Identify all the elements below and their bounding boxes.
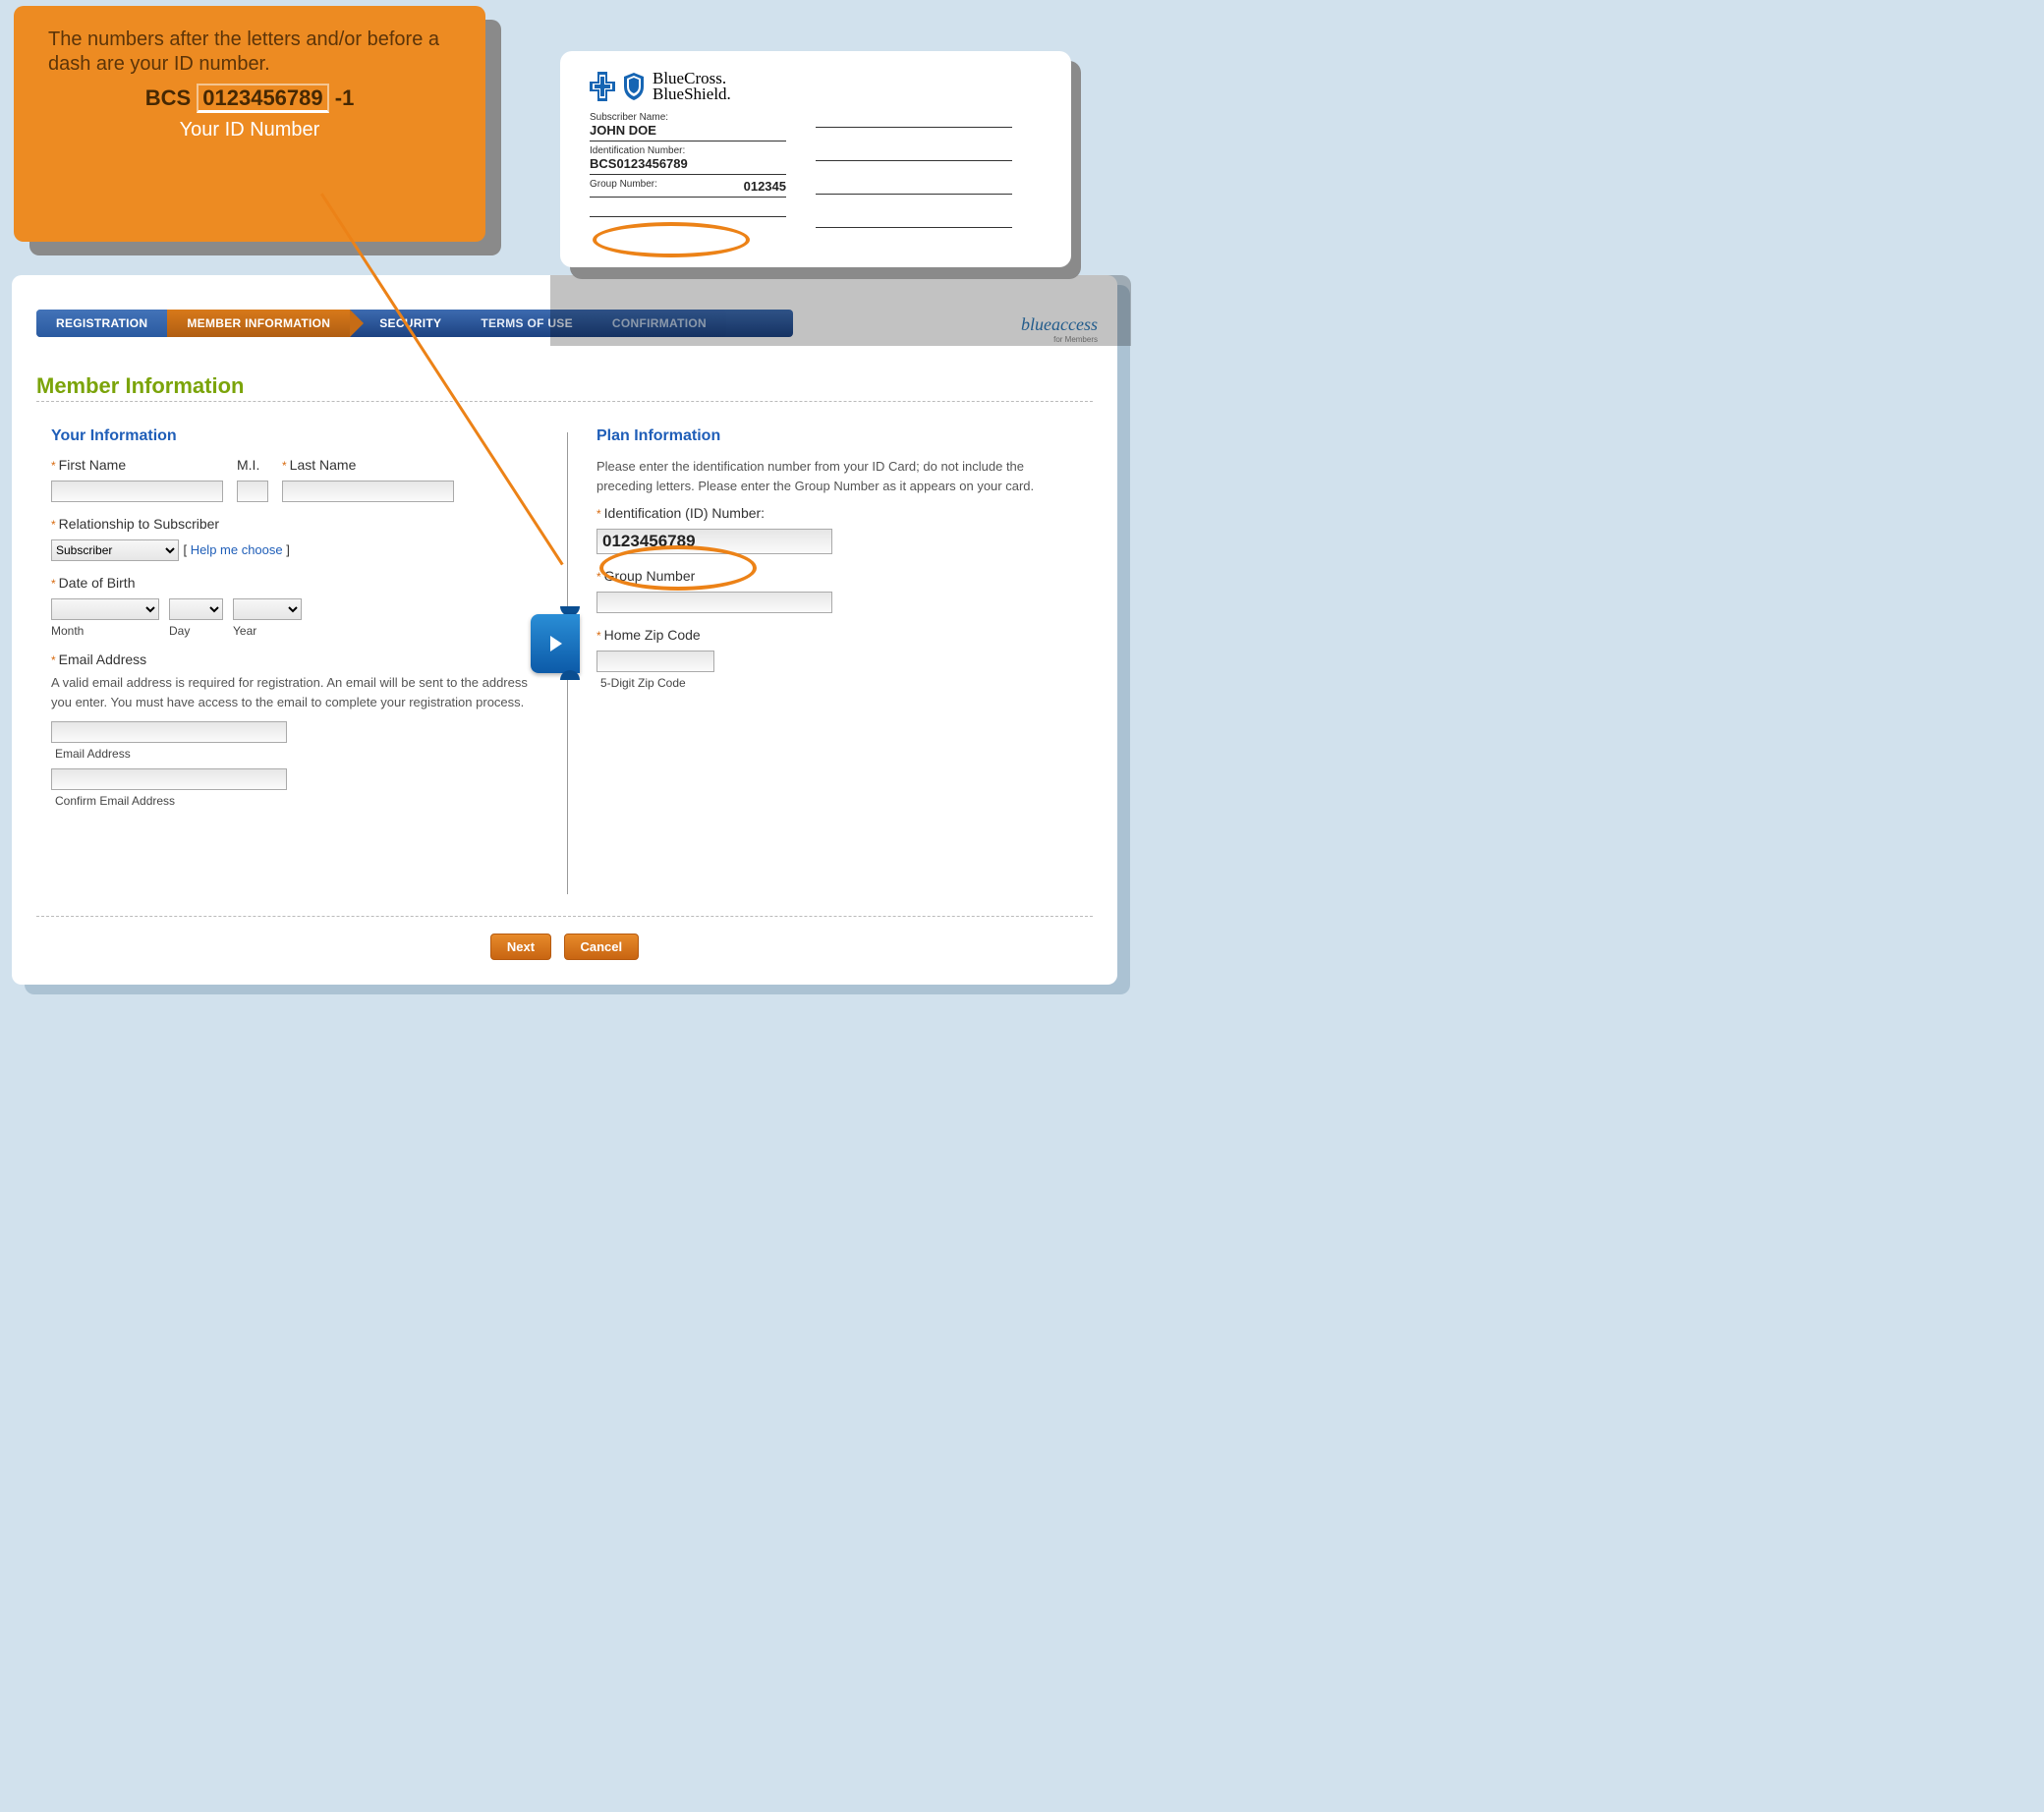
required-asterisk: * xyxy=(596,507,601,521)
zip-input[interactable] xyxy=(596,651,714,672)
dob-month-select[interactable] xyxy=(51,598,159,620)
tab-member-information[interactable]: MEMBER INFORMATION xyxy=(167,310,350,337)
tab-terms-of-use[interactable]: TERMS OF USE xyxy=(461,310,593,337)
blueaccess-subtext: for Members xyxy=(1021,335,1098,344)
required-asterisk: * xyxy=(51,518,56,532)
tooltip-prefix: BCS xyxy=(145,85,191,110)
email-input[interactable] xyxy=(51,721,287,743)
required-asterisk: * xyxy=(282,459,287,473)
card-group-label: Group Number: xyxy=(590,179,657,194)
tab-confirmation[interactable]: CONFIRMATION xyxy=(593,310,726,337)
your-information-heading: Your Information xyxy=(51,427,533,445)
tab-registration[interactable]: REGISTRATION xyxy=(36,310,167,337)
cancel-button[interactable]: Cancel xyxy=(564,934,640,960)
confirm-email-hint: Confirm Email Address xyxy=(55,794,533,808)
card-subscriber-name-value: JOHN DOE xyxy=(590,123,786,138)
tab-strip: REGISTRATION MEMBER INFORMATION SECURITY… xyxy=(36,310,726,337)
arrow-right-icon xyxy=(531,614,580,673)
card-id-value: BCS0123456789 xyxy=(590,156,786,171)
dob-year-select[interactable] xyxy=(233,598,302,620)
card-id-label: Identification Number: xyxy=(590,145,786,156)
bcbs-brand-line2: BlueShield. xyxy=(653,86,731,102)
blueaccess-text: blueaccess xyxy=(1021,314,1098,334)
required-asterisk: * xyxy=(51,459,56,473)
tooltip-text: The numbers after the letters and/or bef… xyxy=(48,28,451,77)
zip-hint: 5-Digit Zip Code xyxy=(600,676,1078,690)
tooltip-caption: Your ID Number xyxy=(48,118,451,142)
mi-input[interactable] xyxy=(237,481,268,502)
email-hint: Email Address xyxy=(55,747,533,761)
first-name-input[interactable] xyxy=(51,481,223,502)
mi-label: M.I. xyxy=(237,457,259,473)
zip-label: Home Zip Code xyxy=(604,627,701,643)
highlight-ellipse-card xyxy=(593,222,750,257)
highlight-ellipse-field xyxy=(599,545,757,591)
button-row: Next Cancel xyxy=(12,934,1117,960)
bcbs-logo: BlueCross. BlueShield. xyxy=(590,71,1042,102)
required-asterisk: * xyxy=(596,629,601,643)
card-subscriber-name-label: Subscriber Name: xyxy=(590,112,786,123)
divider-bottom xyxy=(36,916,1093,917)
email-help-text: A valid email address is required for re… xyxy=(51,673,533,711)
dob-year-hint: Year xyxy=(233,624,302,638)
blueshield-icon xyxy=(623,72,645,101)
confirm-email-input[interactable] xyxy=(51,768,287,790)
page-title: Member Information xyxy=(36,373,244,399)
required-asterisk: * xyxy=(51,577,56,591)
group-number-input[interactable] xyxy=(596,592,832,613)
required-asterisk: * xyxy=(51,653,56,667)
divider-top xyxy=(36,401,1093,402)
next-button[interactable]: Next xyxy=(490,934,551,960)
relationship-select[interactable]: Subscriber xyxy=(51,539,179,561)
email-label: Email Address xyxy=(59,651,146,667)
card-group-value: 012345 xyxy=(744,179,786,194)
dob-month-hint: Month xyxy=(51,624,159,638)
tooltip-number: 0123456789 xyxy=(197,84,328,113)
relationship-label: Relationship to Subscriber xyxy=(59,516,219,532)
tooltip-example: BCS 0123456789 -1 xyxy=(48,85,451,112)
bluecross-icon xyxy=(590,72,615,101)
tooltip-suffix: -1 xyxy=(335,85,355,110)
plan-information-heading: Plan Information xyxy=(596,427,1078,445)
blueaccess-logo: blueaccess for Members xyxy=(1021,314,1098,344)
main-panel: REGISTRATION MEMBER INFORMATION SECURITY… xyxy=(12,275,1117,985)
first-name-label: First Name xyxy=(59,457,126,473)
last-name-input[interactable] xyxy=(282,481,454,502)
bcbs-logo-text: BlueCross. BlueShield. xyxy=(653,71,731,102)
dob-day-hint: Day xyxy=(169,624,223,638)
id-number-tooltip: The numbers after the letters and/or bef… xyxy=(14,6,485,242)
plan-info-instructions: Please enter the identification number f… xyxy=(596,457,1078,495)
last-name-label: Last Name xyxy=(290,457,357,473)
dob-day-select[interactable] xyxy=(169,598,223,620)
help-me-choose-link[interactable]: Help me choose xyxy=(191,542,283,557)
your-information-section: Your Information *First Name M.I. *Last … xyxy=(51,427,533,821)
dob-label: Date of Birth xyxy=(59,575,136,591)
id-number-label: Identification (ID) Number: xyxy=(604,505,765,521)
